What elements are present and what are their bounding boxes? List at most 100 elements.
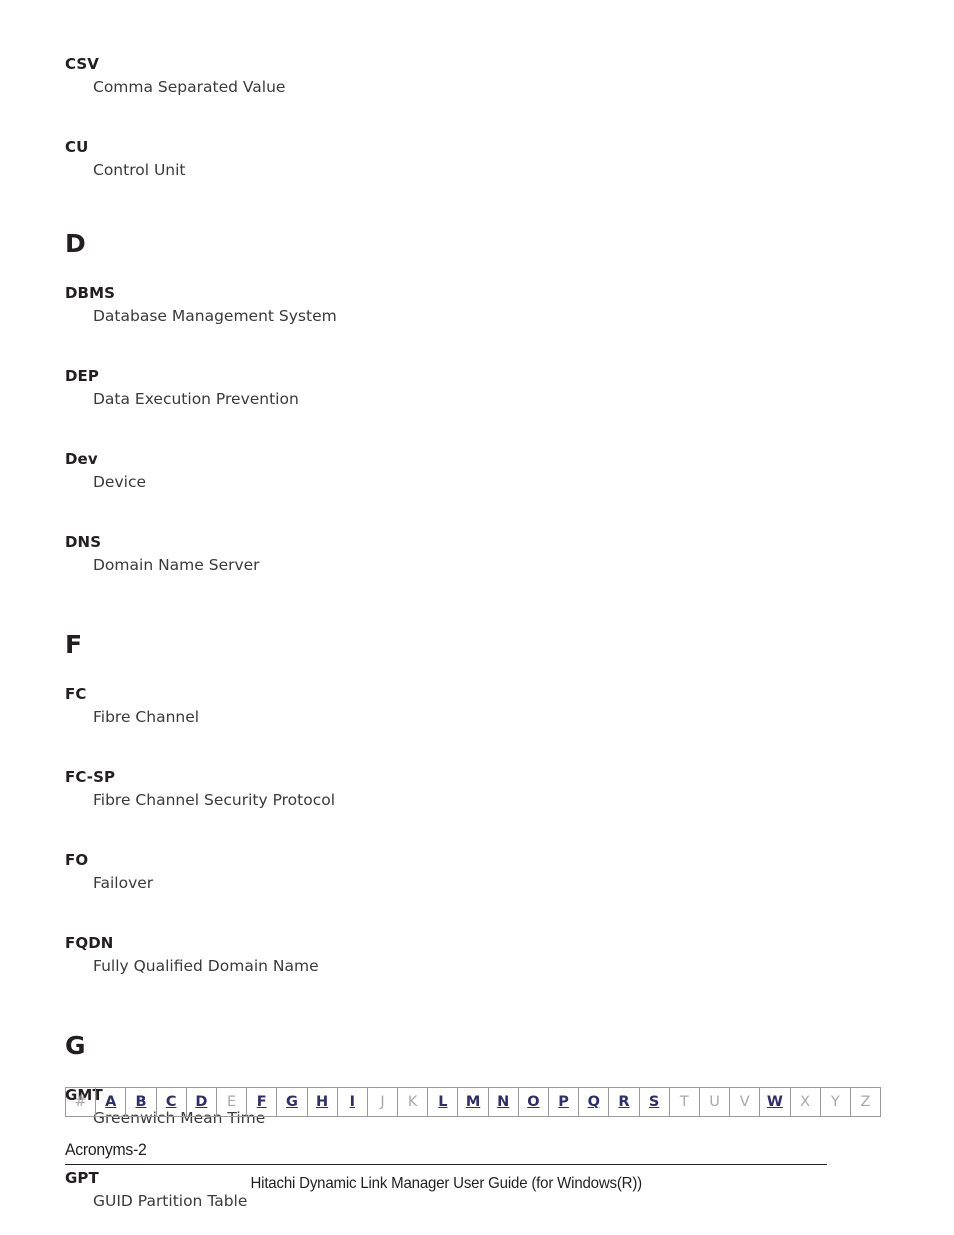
alpha-nav-link[interactable]: H xyxy=(316,1094,328,1110)
alpha-nav-cell-e: E xyxy=(215,1087,248,1117)
glossary-entry: FQDN Fully Qualified Domain Name xyxy=(65,934,827,976)
glossary-term: DBMS xyxy=(65,284,116,302)
alpha-nav-cell-v: V xyxy=(729,1087,761,1117)
glossary-definition: Device xyxy=(93,473,147,491)
alpha-nav-cell-t: T xyxy=(668,1087,700,1117)
alpha-nav-cell-n[interactable]: N xyxy=(487,1087,519,1117)
alpha-nav-cell-o[interactable]: O xyxy=(517,1087,550,1117)
glossary-definition: Comma Separated Value xyxy=(93,78,286,96)
document-page: CSV Comma Separated Value CU Control Unit D… xyxy=(0,0,954,1235)
glossary-definition: Control Unit xyxy=(93,161,186,179)
glossary-definition: Fully Qualified Domain Name xyxy=(93,957,319,975)
glossary-term: FC xyxy=(65,685,87,703)
alpha-nav-disabled: V xyxy=(739,1094,750,1110)
glossary-sections: D DBMS Database Management System DEP Data E… xyxy=(65,230,827,1211)
alpha-nav-cell-p[interactable]: P xyxy=(547,1087,580,1117)
alpha-nav-link[interactable]: D xyxy=(195,1094,207,1110)
glossary-section: F FC Fibre Channel FC-SP Fibre Channel Secur… xyxy=(65,631,827,976)
alpha-nav-link[interactable]: L xyxy=(438,1094,447,1110)
glossary-section: D DBMS Database Management System DEP Data E… xyxy=(65,230,827,575)
alphabet-navigation[interactable]: # A B C D E F G H I J K L M N O P Q R S T U V W X Y Z xyxy=(64,1087,882,1117)
glossary-term: Dev xyxy=(65,450,98,468)
alpha-nav-cell-d[interactable]: D xyxy=(185,1087,217,1117)
alpha-nav-cell-y: Y xyxy=(819,1087,851,1117)
section-letter-heading: F xyxy=(65,630,83,659)
glossary-entry: DNS Domain Name Server xyxy=(65,533,827,575)
alpha-nav-link[interactable]: P xyxy=(558,1094,569,1110)
alpha-nav-cell-c[interactable]: C xyxy=(155,1087,187,1117)
glossary-entry: FO Failover xyxy=(65,851,827,893)
glossary-term: CSV xyxy=(65,55,99,73)
glossary-entry: FC-SP Fibre Channel Security Protocol xyxy=(65,768,827,810)
alpha-nav-disabled: J xyxy=(380,1094,385,1110)
glossary-entry: CU Control Unit xyxy=(65,138,827,180)
alpha-nav-disabled: E xyxy=(226,1094,237,1110)
alpha-nav-cell-k: K xyxy=(397,1087,429,1117)
alpha-nav-cell-u: U xyxy=(698,1087,731,1117)
glossary-definition: Domain Name Server xyxy=(93,556,260,574)
glossary-definition: Fibre Channel Security Protocol xyxy=(93,791,336,809)
glossary-entry: DBMS Database Management System xyxy=(65,284,827,326)
glossary-term: FQDN xyxy=(65,934,114,952)
alpha-nav-link[interactable]: B xyxy=(135,1094,146,1110)
footer-page-label: Acronyms-2 xyxy=(65,1140,147,1159)
glossary-definition: Data Execution Prevention xyxy=(93,390,299,408)
alpha-nav-disabled: X xyxy=(800,1094,811,1110)
glossary-definition: Failover xyxy=(93,874,154,892)
alpha-nav-cell-h[interactable]: H xyxy=(306,1087,338,1117)
glossary-definition: Fibre Channel xyxy=(93,708,200,726)
glossary-entry: FC Fibre Channel xyxy=(65,685,827,727)
glossary-term: DEP xyxy=(65,367,99,385)
alpha-nav-link[interactable]: F xyxy=(257,1094,267,1110)
footer-document-title-text: Hitachi Dynamic Link Manager User Guide … xyxy=(250,1175,642,1192)
alpha-nav-link[interactable]: O xyxy=(527,1094,539,1110)
alpha-nav-link[interactable]: Q xyxy=(588,1094,600,1110)
glossary-term: DNS xyxy=(65,533,102,551)
alpha-nav-disabled: U xyxy=(709,1094,720,1110)
glossary-definition: Database Management System xyxy=(93,307,337,325)
alpha-nav-link[interactable]: A xyxy=(105,1094,116,1110)
section-letter-heading: D xyxy=(65,229,86,258)
alpha-nav-link[interactable]: S xyxy=(649,1094,659,1110)
footer-divider xyxy=(65,1164,827,1165)
glossary-entry-list-c: CSV Comma Separated Value CU Control Unit xyxy=(65,55,827,180)
alpha-nav-cell-hash: # xyxy=(64,1087,97,1117)
alpha-nav-cell-w[interactable]: W xyxy=(759,1087,791,1117)
alpha-nav-cell-g[interactable]: G xyxy=(276,1087,308,1117)
alpha-nav-cell-r[interactable]: R xyxy=(608,1087,640,1117)
glossary-term: CU xyxy=(65,138,89,156)
alpha-nav-disabled: K xyxy=(407,1094,418,1110)
alpha-nav-cell-x: X xyxy=(789,1087,821,1117)
alpha-nav-link[interactable]: M xyxy=(466,1094,480,1110)
alpha-nav-cell-s[interactable]: S xyxy=(638,1087,670,1117)
alpha-nav-cell-l[interactable]: L xyxy=(427,1087,459,1117)
alpha-nav-cell-i[interactable]: I xyxy=(336,1087,368,1117)
glossary-entry: CSV Comma Separated Value xyxy=(65,55,827,97)
alpha-nav-disabled: Y xyxy=(830,1094,840,1110)
alpha-nav-cell-b[interactable]: B xyxy=(125,1087,157,1117)
alpha-nav-cell-a[interactable]: A xyxy=(95,1087,127,1117)
alpha-nav-link[interactable]: R xyxy=(618,1094,629,1110)
glossary-definition: GUID Partition Table xyxy=(93,1192,248,1210)
glossary-content: CSV Comma Separated Value CU Control Unit D… xyxy=(65,55,827,1211)
alpha-nav-link[interactable]: G xyxy=(286,1094,298,1110)
alpha-nav-link[interactable]: W xyxy=(767,1094,783,1110)
alpha-nav-link[interactable]: C xyxy=(166,1094,177,1110)
glossary-entry: DEP Data Execution Prevention xyxy=(65,367,827,409)
alpha-nav-disabled: # xyxy=(74,1094,87,1110)
page-footer: Acronyms-2 Hitachi Dynamic Link Manager … xyxy=(65,1140,827,1193)
alpha-nav-link[interactable]: I xyxy=(350,1094,355,1110)
alphabet-navigation-row: # A B C D E F G H I J K L M N O P Q R S T U V W X Y Z xyxy=(64,1087,882,1117)
alpha-nav-cell-q[interactable]: Q xyxy=(578,1087,610,1117)
glossary-term: FO xyxy=(65,851,89,869)
alpha-nav-cell-j: J xyxy=(366,1087,399,1117)
footer-document-title: Hitachi Dynamic Link Manager User Guide … xyxy=(65,1175,827,1193)
alpha-nav-cell-f[interactable]: F xyxy=(246,1087,278,1117)
alpha-nav-link[interactable]: N xyxy=(497,1094,509,1110)
section-letter-heading: G xyxy=(65,1031,86,1060)
alpha-nav-cell-m[interactable]: M xyxy=(457,1087,489,1117)
glossary-term: FC-SP xyxy=(65,768,116,786)
glossary-entry: Dev Device xyxy=(65,450,827,492)
alpha-nav-disabled: Z xyxy=(860,1094,871,1110)
alpha-nav-disabled: T xyxy=(679,1094,689,1110)
